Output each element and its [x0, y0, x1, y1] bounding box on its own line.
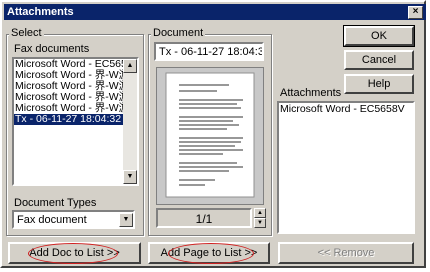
- fax-list-scrollbar[interactable]: ▲ ▼: [123, 59, 137, 184]
- ok-button[interactable]: OK: [343, 25, 415, 47]
- scroll-down-icon[interactable]: ▼: [123, 170, 137, 184]
- document-group-label: Document: [151, 27, 206, 39]
- attachment-item[interactable]: Microsoft Word - EC5658V: [279, 104, 413, 115]
- page-down-icon[interactable]: ▼: [254, 218, 266, 228]
- document-name-field[interactable]: Tx - 06-11-27 18:04:32: [154, 42, 264, 61]
- help-button[interactable]: Help: [344, 74, 414, 94]
- attachments-label: Attachments: [280, 87, 342, 99]
- document-type-select[interactable]: Fax document ▼: [12, 210, 135, 229]
- page-up-icon[interactable]: ▲: [254, 208, 266, 218]
- fax-document-item[interactable]: Tx - 06-11-27 18:04:32: [14, 114, 123, 125]
- select-group-label: Select: [9, 27, 44, 39]
- remove-button[interactable]: << Remove: [278, 242, 414, 264]
- page-thumbnail: [165, 72, 255, 198]
- document-type-value: Fax document: [17, 214, 87, 226]
- highlight-oval: [168, 243, 254, 264]
- cancel-button[interactable]: Cancel: [344, 50, 414, 70]
- highlight-oval: [28, 243, 118, 264]
- fax-documents-label: Fax documents: [14, 43, 90, 55]
- window-title: Attachments: [7, 6, 74, 18]
- chevron-down-icon[interactable]: ▼: [119, 213, 133, 227]
- title-bar: Attachments ×: [4, 4, 426, 20]
- page-preview-frame: [156, 67, 264, 205]
- fax-documents-list[interactable]: Microsoft Word - EC5658V Microsoft Word -…: [12, 57, 139, 186]
- document-types-label: Document Types: [14, 197, 97, 209]
- page-indicator: 1/1: [195, 212, 213, 226]
- attachments-list[interactable]: Microsoft Word - EC5658V: [277, 101, 415, 234]
- scroll-up-icon[interactable]: ▲: [123, 59, 137, 73]
- page-indicator-field: 1/1: [156, 208, 252, 228]
- document-name-value: Tx - 06-11-27 18:04:32: [159, 46, 264, 58]
- close-icon[interactable]: ×: [408, 6, 423, 19]
